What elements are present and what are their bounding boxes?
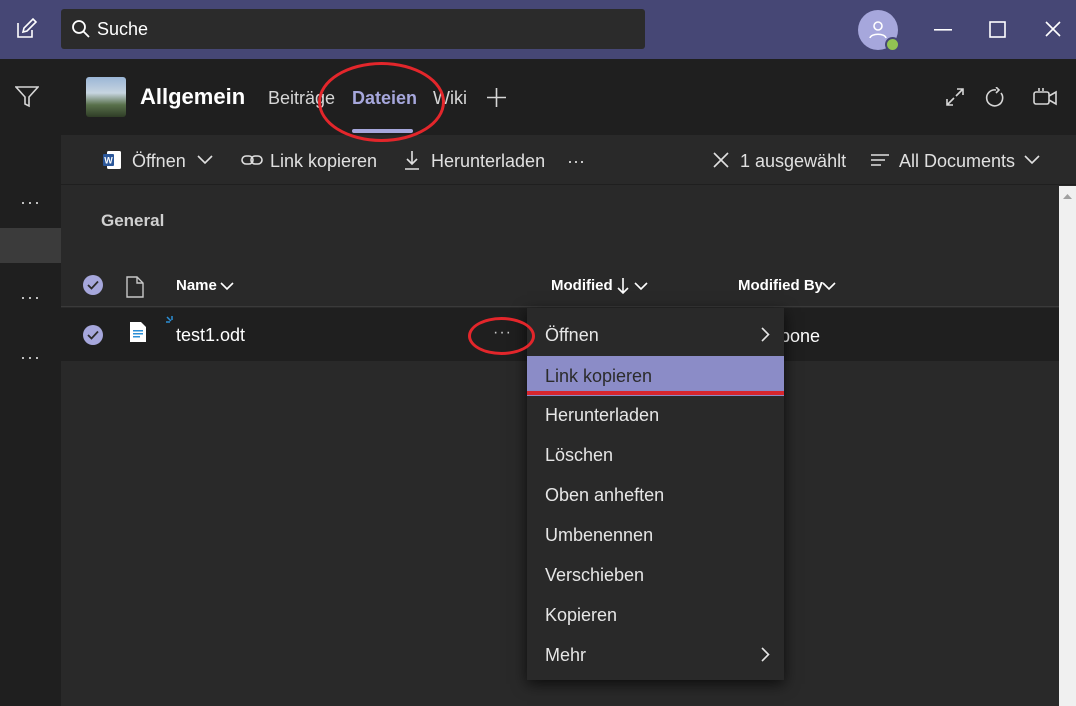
file-type-icon	[126, 276, 144, 298]
search-icon	[71, 19, 91, 39]
menu-item-label: Löschen	[545, 444, 614, 465]
compose-icon[interactable]	[14, 17, 38, 41]
view-selector[interactable]: All Documents	[899, 151, 1015, 172]
add-tab-icon[interactable]	[486, 87, 507, 108]
link-icon	[241, 153, 263, 167]
filter-icon[interactable]	[15, 86, 39, 108]
column-modified-by[interactable]: Modified By	[738, 277, 823, 294]
context-menu: Öffnen Link kopieren Herunterladen Lösch…	[527, 308, 784, 680]
menu-item-label: Verschieben	[545, 564, 645, 585]
menu-item-delete[interactable]: Löschen	[527, 435, 784, 475]
toolbar-more-icon[interactable]: ···	[567, 151, 585, 172]
chevron-right-icon	[761, 647, 770, 662]
menu-item-copy[interactable]: Kopieren	[527, 595, 784, 635]
channel-title: Allgemein	[140, 84, 246, 109]
annotation-underline	[527, 391, 784, 395]
rail-more-icon[interactable]: ···	[0, 192, 61, 213]
clear-selection-icon[interactable]	[713, 152, 729, 168]
channel-thumbnail	[86, 77, 126, 117]
chevron-down-icon[interactable]	[634, 282, 648, 291]
chevron-right-icon	[761, 327, 770, 342]
column-modified-by-label: Modified By	[738, 277, 823, 294]
scrollbar[interactable]	[1059, 186, 1076, 706]
rail-more-icon[interactable]: ···	[0, 347, 61, 368]
chevron-down-icon[interactable]	[197, 155, 213, 165]
chevron-down-icon[interactable]	[1024, 155, 1040, 165]
copy-link-button[interactable]: Link kopieren	[270, 151, 377, 172]
header-divider	[61, 306, 1059, 307]
menu-item-move[interactable]: Verschieben	[527, 555, 784, 595]
modified-by-value: pone	[780, 326, 821, 346]
search-input[interactable]	[61, 9, 645, 49]
column-modified-label: Modified	[551, 277, 613, 294]
svg-text:W: W	[104, 156, 113, 166]
menu-item-open[interactable]: Öffnen	[527, 315, 784, 355]
refresh-icon[interactable]	[985, 87, 1005, 108]
menu-item-label: Kopieren	[545, 604, 618, 625]
person-icon	[869, 21, 887, 39]
annotation-ellipse-more	[468, 317, 535, 355]
select-all-checkbox[interactable]	[83, 275, 103, 295]
meet-icon[interactable]	[1033, 87, 1057, 107]
menu-item-label: Herunterladen	[545, 404, 660, 425]
menu-item-label: Öffnen	[545, 324, 599, 345]
chevron-down-icon[interactable]	[822, 282, 836, 291]
download-icon	[404, 150, 420, 170]
menu-item-label: Oben anheften	[545, 484, 665, 505]
menu-item-pin-to-top[interactable]: Oben anheften	[527, 475, 784, 515]
menu-item-download[interactable]: Herunterladen	[527, 395, 784, 435]
column-modified[interactable]: Modified	[551, 277, 613, 294]
odt-document-icon	[129, 321, 147, 343]
column-name[interactable]: Name	[176, 277, 217, 294]
column-name-label: Name	[176, 277, 217, 294]
menu-item-label: Umbenennen	[545, 524, 654, 545]
annotation-ellipse-tab	[318, 62, 445, 142]
download-button[interactable]: Herunterladen	[431, 151, 545, 172]
chevron-down-icon[interactable]	[220, 282, 234, 291]
library-section-title: General	[101, 211, 165, 230]
menu-item-label: Link kopieren	[545, 365, 653, 386]
rail-selected-item[interactable]	[0, 228, 61, 263]
minimize-icon[interactable]	[934, 28, 952, 32]
word-icon: W	[102, 150, 122, 170]
selection-count: 1 ausgewählt	[740, 151, 847, 171]
presence-available-icon	[885, 37, 900, 52]
menu-item-rename[interactable]: Umbenennen	[527, 515, 784, 555]
close-icon[interactable]	[1045, 21, 1061, 37]
maximize-icon[interactable]	[989, 21, 1006, 38]
view-options-icon	[871, 153, 889, 167]
menu-item-more[interactable]: Mehr	[527, 635, 784, 675]
file-name[interactable]: test1.odt	[176, 325, 245, 346]
search-box[interactable]	[61, 9, 645, 49]
avatar[interactable]	[858, 10, 900, 52]
rail-more-icon[interactable]: ···	[0, 287, 61, 308]
menu-item-copy-link[interactable]: Link kopieren	[527, 356, 784, 396]
row-checkbox[interactable]	[83, 325, 103, 345]
open-button[interactable]: Öffnen	[132, 151, 186, 172]
menu-item-label: Mehr	[545, 644, 587, 665]
expand-icon[interactable]	[945, 87, 965, 107]
sort-descending-icon	[617, 277, 629, 295]
left-rail	[0, 59, 61, 706]
